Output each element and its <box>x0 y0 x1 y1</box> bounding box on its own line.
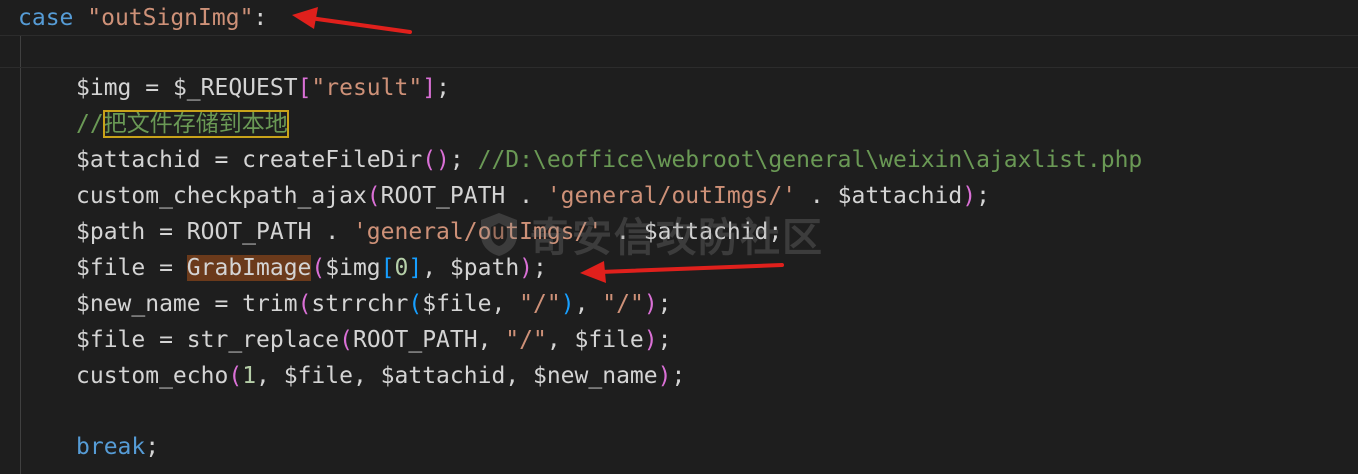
paren-open-inner: ( <box>408 291 423 317</box>
paren-close: ) <box>643 291 658 317</box>
paren-close: ) <box>657 363 672 389</box>
fn-trim: trim <box>242 291 298 317</box>
code-line-path[interactable]: $path = ROOT_PATH . 'general/outImgs/' .… <box>76 214 782 250</box>
arg-file: , $file <box>546 327 644 353</box>
index-zero: 0 <box>394 255 409 281</box>
code-line-checkpath[interactable]: custom_checkpath_ajax(ROOT_PATH . 'gener… <box>76 178 990 214</box>
code-line-grabimage[interactable]: $file = GrabImage($img[0], $path); <box>76 250 547 286</box>
semicolon: ; <box>657 327 672 353</box>
var-file-assign: $file = <box>76 255 187 281</box>
fn-str-replace: str_replace <box>186 327 340 353</box>
var-attachid: $attachid <box>76 147 201 173</box>
code-line-replace[interactable]: $file = str_replace(ROOT_PATH, "/", $fil… <box>76 322 672 358</box>
paren-close: ) <box>643 327 658 353</box>
string-outimgs: 'general/outImgs/' <box>352 219 603 245</box>
index-close: ] <box>408 255 423 281</box>
fn-custom-checkpath-ajax: custom_checkpath_ajax <box>76 183 367 209</box>
paren-open: ( <box>366 183 381 209</box>
semicolon: ; <box>657 291 672 317</box>
arg-path: , $path <box>422 255 520 281</box>
string-slash: "/" <box>519 291 561 317</box>
request-key: "result" <box>311 75 423 101</box>
arrow-to-grabimage <box>580 261 784 283</box>
code-line-img[interactable]: $img = $_REQUEST["result"]; <box>76 70 450 106</box>
request-superglobal: $_REQUEST <box>172 75 298 101</box>
case-colon: : <box>253 5 268 31</box>
paren-close-inner: ) <box>560 291 575 317</box>
var-newname-assign: $new_name = <box>76 291 243 317</box>
paren-open: ( <box>339 327 353 353</box>
string-outimgs: 'general/outImgs/' <box>546 183 797 209</box>
assign-op: = <box>131 75 173 101</box>
semicolon: ; <box>449 147 464 173</box>
bracket-close: ] <box>422 75 437 101</box>
fn-grabimage-highlighted: GrabImage <box>186 255 312 281</box>
fn-strrchr: strrchr <box>311 291 409 317</box>
case-label: "outSignImg" <box>87 5 254 31</box>
path-attachid: . $attachid; <box>602 219 783 245</box>
code-line-newname[interactable]: $new_name = trim(strrchr($file, "/"), "/… <box>76 286 672 322</box>
parens: () <box>422 147 450 173</box>
code-line-attachid[interactable]: $attachid = createFileDir(); //D:\eoffic… <box>76 142 1142 178</box>
arg-root-path: ROOT_PATH, <box>352 327 506 353</box>
fn-custom-echo: custom_echo <box>76 363 229 389</box>
case-keyword: case <box>18 5 74 31</box>
code-line-comment[interactable]: //把文件存储到本地 <box>76 106 289 142</box>
path-assign: $path = ROOT_PATH . <box>76 219 353 245</box>
arg-img: $img <box>325 255 381 281</box>
var-file-assign: $file = <box>76 327 187 353</box>
arg-separator: , <box>574 291 603 317</box>
semicolon: ; <box>145 434 160 460</box>
string-slash: "/" <box>602 291 644 317</box>
semicolon: ; <box>533 255 547 281</box>
paren-open: ( <box>311 255 326 281</box>
path-comment: //D:\eoffice\webroot\general\weixin\ajax… <box>463 147 1143 173</box>
paren-open: ( <box>297 291 312 317</box>
comment-text-highlighted: 把文件存储到本地 <box>102 110 289 138</box>
number-one: 1 <box>242 363 257 389</box>
arg-file: $file, <box>422 291 520 317</box>
string-slash: "/" <box>505 327 547 353</box>
fn-createfiledir: createFileDir <box>242 147 423 173</box>
paren-close: ) <box>962 183 977 209</box>
code-line-echo[interactable]: custom_echo(1, $file, $attachid, $new_na… <box>76 358 685 394</box>
code-line-case[interactable]: case "outSignImg": <box>18 0 267 36</box>
paren-close: ) <box>519 255 534 281</box>
code-line-break[interactable]: break; <box>76 429 159 465</box>
index-open: [ <box>380 255 395 281</box>
current-line-highlight <box>0 35 1358 68</box>
semicolon: ; <box>976 183 990 209</box>
arrow-to-case-label <box>292 7 412 34</box>
arg-attachid: . $attachid <box>796 183 963 209</box>
arg-root-path: ROOT_PATH . <box>380 183 547 209</box>
break-keyword: break <box>76 434 146 460</box>
assign-op: = <box>200 147 243 173</box>
semicolon: ; <box>436 75 450 101</box>
bracket-open: [ <box>297 75 312 101</box>
indent-guide <box>20 36 21 474</box>
paren-open: ( <box>228 363 243 389</box>
var-img: $img <box>76 75 132 101</box>
semicolon: ; <box>671 363 686 389</box>
code-editor[interactable]: case "outSignImg": $img = $_REQUEST["res… <box>0 0 1358 474</box>
comment-slashes: // <box>76 111 104 137</box>
echo-args: , $file, $attachid, $new_name <box>256 363 658 389</box>
